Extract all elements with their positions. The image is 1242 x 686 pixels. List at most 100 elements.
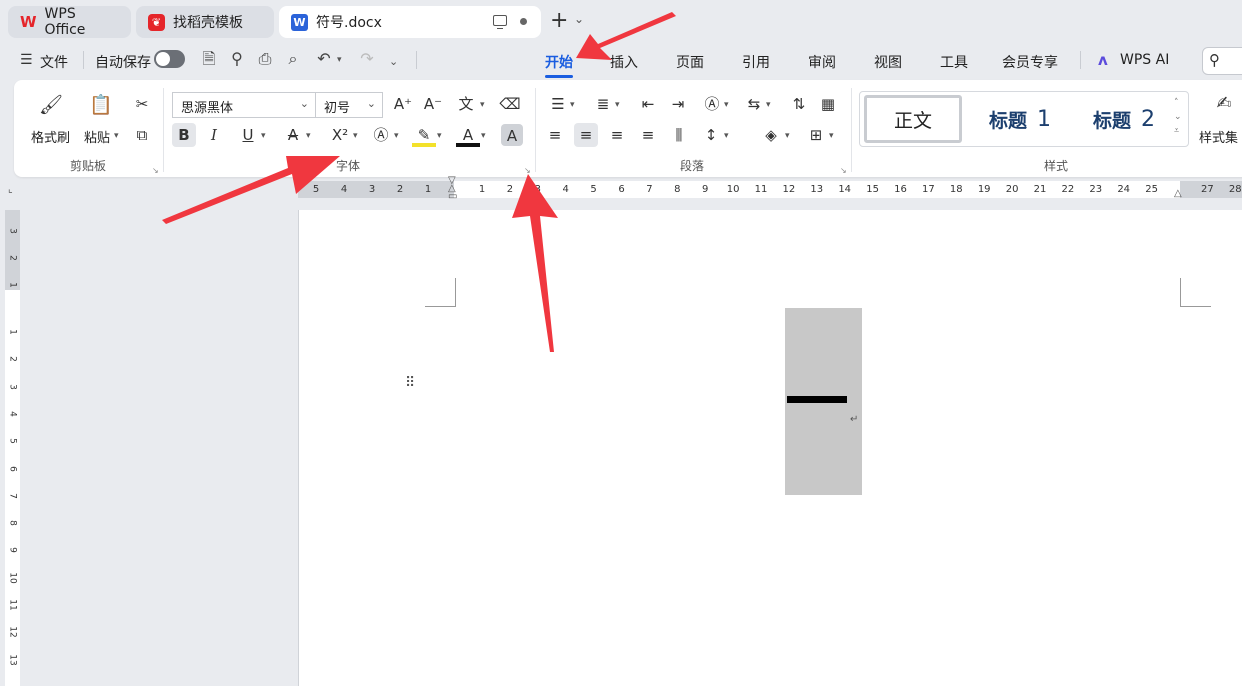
increase-font-size-icon[interactable]: A⁺ [391,92,415,116]
drag-handle-icon[interactable]: ⠿ [405,376,415,398]
chevron-down-icon[interactable]: ▾ [724,100,729,110]
strikethrough-icon[interactable]: A [281,123,305,147]
chevron-down-icon[interactable]: ▾ [615,100,620,110]
chevron-down-icon[interactable]: ▾ [114,131,119,141]
chevron-down-icon[interactable]: ▾ [306,131,311,141]
chevron-down-icon[interactable]: ▾ [766,100,771,110]
menu-tools[interactable]: 工具 [940,52,968,72]
monitor-icon[interactable] [493,15,507,30]
search-box[interactable]: ⚲ [1202,47,1242,75]
phonetic-guide-icon[interactable]: 文 [454,92,478,116]
dialog-launcher-icon[interactable]: ↘ [840,166,847,175]
decrease-indent-icon[interactable]: ⇤ [636,92,660,116]
align-center-icon[interactable]: ≡ [574,123,598,147]
format-painter-button[interactable]: 格式刷 [31,127,70,146]
dialog-launcher-icon[interactable]: ↘ [524,166,531,175]
line-spacing-icon[interactable]: ↕ [699,123,723,147]
italic-button[interactable]: I [202,123,226,147]
chevron-down-icon[interactable]: ▾ [480,100,485,110]
ruler-number: 2 [7,255,18,261]
tab-template[interactable]: ❦ 找稻壳模板 [136,6,274,38]
chevron-down-icon[interactable]: ▾ [829,131,834,141]
menu-view[interactable]: 视图 [874,52,902,72]
copy-icon[interactable]: ⧉ [130,123,154,147]
show-marks-icon[interactable]: ▦ [816,92,840,116]
chevron-down-icon[interactable]: ▾ [570,100,575,110]
shading-icon[interactable]: ◈ [759,123,783,147]
sort-icon[interactable]: ⇅ [787,92,811,116]
tab-stop-selector-icon[interactable]: ⌞ [8,184,18,195]
save-icon[interactable]: 🗎 [200,50,218,68]
undo-icon[interactable]: ↶ [315,50,333,68]
format-painter-icon[interactable]: 🖌 [38,93,64,119]
hamburger-icon[interactable]: ☰ [20,52,33,68]
chevron-down-icon[interactable]: ▾ [394,131,399,141]
menu-home[interactable]: 开始 [545,52,573,78]
text-direction-icon[interactable]: Ⓐ [700,92,724,116]
ruler-number: 1 [7,282,18,288]
chevron-down-icon[interactable]: ▾ [785,131,790,141]
menu-review[interactable]: 审阅 [808,52,836,72]
page-corner-mark [425,278,456,307]
chevron-down-icon[interactable]: ▾ [481,131,486,141]
menu-file[interactable]: 文件 [40,52,68,72]
font-name-select[interactable]: 思源黑体 ⌄ [172,92,316,118]
indent-marker-icon[interactable]: ▽ △ ▭ [448,176,457,202]
menu-references[interactable]: 引用 [742,52,770,72]
highlight-icon[interactable]: ✎ [412,123,436,147]
character-shading-icon[interactable]: A [501,124,523,146]
paste-button[interactable]: 粘贴 [84,127,110,146]
style-normal[interactable]: 正文 [864,95,962,143]
chevron-down-icon[interactable]: ▾ [261,131,266,141]
menu-member[interactable]: 会员专享 [1002,52,1058,72]
style-set-icon[interactable]: ✍ [1211,92,1237,118]
superscript-button[interactable]: X² [326,123,354,147]
tab-wps-office[interactable]: W WPS Office [8,6,131,38]
menu-wps-ai[interactable]: WPS AI [1120,52,1169,68]
distributed-align-icon[interactable]: ⫼ [667,123,691,147]
underline-button[interactable]: U [236,123,260,147]
share-icon[interactable]: ⚲ [228,50,246,68]
text-effects-icon[interactable]: Ⓐ [369,123,393,147]
menu-insert[interactable]: 插入 [610,52,638,72]
borders-icon[interactable]: ⊞ [804,123,828,147]
chevron-down-icon[interactable]: ▾ [353,131,358,141]
font-color-icon[interactable]: A [456,123,480,147]
align-right-icon[interactable]: ≡ [605,123,629,147]
style-heading-2[interactable]: 标题 2 [1074,95,1174,143]
font-group-label: 字体 [336,159,361,173]
chevron-down-icon[interactable]: ▾ [724,131,729,141]
style-set-button[interactable]: 样式集 [1199,127,1238,146]
bold-button[interactable]: B [172,123,196,147]
chevron-down-icon[interactable]: ▾ [437,131,442,141]
menu-page[interactable]: 页面 [676,52,704,72]
ruler-number: 28 [1228,184,1242,195]
paragraph-direction-icon[interactable]: ⇆ [742,92,766,116]
paste-icon[interactable]: 📋 [88,93,114,119]
clipboard-group-label: 剪贴板 [70,159,107,173]
increase-indent-icon[interactable]: ⇥ [666,92,690,116]
align-left-icon[interactable]: ≡ [543,123,567,147]
new-tab-button[interactable]: + [550,9,568,33]
print-preview-icon[interactable]: ⌕ [284,50,302,68]
chevron-down-icon[interactable]: ▾ [337,55,342,65]
dialog-launcher-icon[interactable]: ↘ [152,166,159,175]
right-indent-marker-icon[interactable]: △ [1174,188,1182,199]
decrease-font-size-icon[interactable]: A⁻ [421,92,445,116]
chevron-down-icon[interactable]: ⌄ [389,55,398,68]
justify-icon[interactable]: ≡ [636,123,660,147]
font-size-select[interactable]: 初号 ⌄ [315,92,383,118]
em-dash-symbol[interactable] [787,396,847,403]
redo-icon[interactable]: ↷ [358,50,376,68]
style-heading-1[interactable]: 标题 1 [970,95,1070,143]
numbered-list-icon[interactable]: ≣ [591,92,615,116]
print-icon[interactable]: ⎙ [256,50,274,68]
gallery-scroll-icon[interactable]: ˄ ⌄ ⩡ [1174,96,1182,138]
cut-icon[interactable]: ✂ [130,92,154,116]
bullet-list-icon[interactable]: ☰ [546,92,570,116]
chevron-down-icon[interactable]: ⌄ [574,12,584,26]
ruler-number: 4 [562,184,569,195]
clear-format-icon[interactable]: ⌫ [498,92,522,116]
tab-document[interactable]: W 符号.docx [279,6,541,38]
autosave-toggle[interactable] [154,50,185,68]
